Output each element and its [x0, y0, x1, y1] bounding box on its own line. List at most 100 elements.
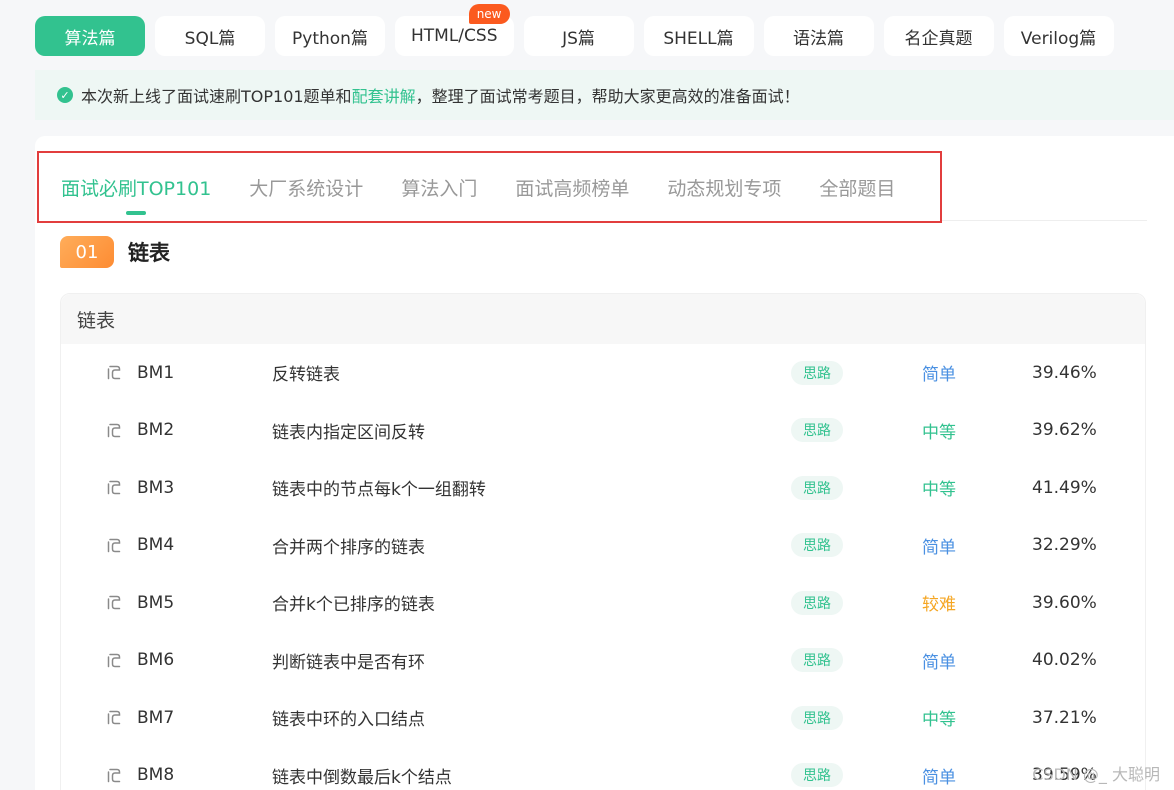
tab-3[interactable]: 面试高频榜单: [515, 174, 629, 201]
table-row[interactable]: BM3 链表中的节点每k个一组翻转 思路 中等 41.49%: [61, 459, 1145, 517]
tab-2[interactable]: 算法入门: [401, 174, 477, 201]
tab-label: 面试高频榜单: [515, 177, 630, 200]
problem-rows: BM1 反转链表 思路 简单 39.46% BM2 链表内指定区间反转 思路 中等 39.62% B…: [61, 344, 1145, 790]
table-row[interactable]: BM5 合并k个已排序的链表 思路 较难 39.60%: [61, 574, 1145, 632]
problem-id: BM2: [137, 420, 175, 441]
problem-id: BM7: [137, 707, 175, 728]
hint-tag[interactable]: 思路: [791, 763, 843, 788]
problem-id: BM3: [137, 477, 175, 498]
tab-bar: 面试必刷TOP101 大厂系统设计 算法入门 面试高频榜单 动态规划专项 全部题目: [37, 151, 942, 223]
category-bar: 算法篇 SQL篇 Python篇 HTML/CSS new JS篇 SHELL篇 语法篇 名企真…: [35, 4, 1114, 56]
category-button[interactable]: JS篇: [523, 16, 634, 56]
category-label: SQL篇: [184, 28, 236, 49]
problem-icon: [107, 596, 121, 610]
difficulty: 简单: [922, 767, 956, 788]
tab-label: 动态规划专项: [667, 177, 782, 200]
pass-rate: 39.46%: [1032, 362, 1097, 383]
category-button[interactable]: 算法篇: [35, 16, 145, 56]
pass-rate: 39.60%: [1032, 592, 1097, 613]
tab-label: 大厂系统设计: [249, 177, 364, 200]
problem-title[interactable]: 链表中环的入口结点: [272, 705, 425, 730]
problem-id: BM8: [137, 765, 175, 786]
table-row[interactable]: BM6 判断链表中是否有环 思路 简单 40.02%: [61, 632, 1145, 690]
hint-tag[interactable]: 思路: [791, 590, 843, 615]
hint-tag[interactable]: 思路: [791, 648, 843, 673]
problem-title[interactable]: 合并k个已排序的链表: [272, 590, 435, 615]
main-card: 面试必刷TOP101 大厂系统设计 算法入门 面试高频榜单 动态规划专项 全部题目 01 …: [35, 136, 1174, 790]
hint-tag[interactable]: 思路: [791, 418, 843, 443]
category-button[interactable]: Python篇: [275, 16, 385, 56]
problem-icon: [107, 366, 121, 380]
problem-icon: [107, 538, 121, 552]
hint-tag[interactable]: 思路: [791, 360, 843, 385]
page: 算法篇 SQL篇 Python篇 HTML/CSS new JS篇 SHELL篇 语法篇 名企真…: [0, 0, 1174, 790]
pass-rate: 32.29%: [1032, 535, 1097, 556]
difficulty: 中等: [922, 710, 956, 731]
problem-id: BM1: [137, 362, 175, 383]
problem-title[interactable]: 链表中倒数最后k个结点: [272, 763, 452, 788]
difficulty: 较难: [922, 595, 956, 616]
category-button[interactable]: HTML/CSS new: [395, 4, 514, 56]
table-row[interactable]: BM8 链表中倒数最后k个结点 思路 简单 39.59%: [61, 747, 1145, 790]
active-tab-indicator: [126, 210, 147, 215]
difficulty: 简单: [922, 652, 956, 673]
problem-icon: [107, 481, 121, 495]
tab-label: 全部题目: [819, 177, 896, 200]
category-label: JS篇: [562, 28, 595, 49]
notice-suffix: ，整理了面试常考题目，帮助大家更高效的准备面试！: [415, 87, 800, 106]
problem-title[interactable]: 判断链表中是否有环: [272, 648, 425, 673]
hint-tag[interactable]: 思路: [791, 705, 843, 730]
pass-rate: 40.02%: [1032, 650, 1097, 671]
hint-tag[interactable]: 思路: [791, 475, 843, 500]
notice-link[interactable]: 配套讲解: [352, 83, 416, 107]
category-label: HTML/CSS: [411, 26, 498, 46]
notice-prefix: 本次新上线了面试速刷TOP101题单和: [81, 87, 352, 106]
problem-icon: [107, 711, 121, 725]
tab-5[interactable]: 全部题目: [819, 174, 895, 201]
table-row[interactable]: BM7 链表中环的入口结点 思路 中等 37.21%: [61, 689, 1145, 747]
problem-title[interactable]: 合并两个排序的链表: [272, 533, 425, 558]
problem-title[interactable]: 链表中的节点每k个一组翻转: [272, 475, 486, 500]
category-label: 名企真题: [904, 28, 973, 49]
problem-id: BM5: [137, 592, 175, 613]
tab-4[interactable]: 动态规划专项: [667, 174, 781, 201]
problem-table: 链表 BM1 反转链表 思路 简单 39.46% BM2 链表内指定区间反转 思路 中等 39.6…: [60, 293, 1146, 790]
table-header: 链表: [61, 294, 1145, 344]
difficulty: 简单: [922, 365, 956, 386]
category-button[interactable]: 名企真题: [883, 16, 994, 56]
problem-icon: [107, 653, 121, 667]
problem-title[interactable]: 反转链表: [272, 360, 340, 385]
category-button[interactable]: SHELL篇: [643, 16, 754, 56]
pass-rate: 41.49%: [1032, 477, 1097, 498]
category-label: SHELL篇: [663, 28, 734, 49]
difficulty: 简单: [922, 537, 956, 558]
category-label: 语法篇: [793, 28, 844, 49]
category-button[interactable]: 语法篇: [763, 16, 874, 56]
category-button[interactable]: SQL篇: [155, 16, 265, 56]
tab-divider: [942, 220, 1147, 221]
problem-icon: [107, 768, 121, 782]
tab-label: 算法入门: [401, 177, 478, 200]
check-circle-icon: ✓: [57, 87, 73, 103]
category-button[interactable]: Verilog篇: [1003, 16, 1114, 56]
problem-id: BM4: [137, 535, 175, 556]
tab-label: 面试必刷TOP101: [61, 177, 212, 200]
notice-banner: ✓ 本次新上线了面试速刷TOP101题单和 配套讲解 ，整理了面试常考题目，帮助…: [35, 70, 1174, 120]
category-label: Verilog篇: [1020, 28, 1097, 49]
table-row[interactable]: BM2 链表内指定区间反转 思路 中等 39.62%: [61, 402, 1145, 460]
category-label: Python篇: [292, 28, 368, 49]
tab-1[interactable]: 大厂系统设计: [249, 174, 363, 201]
difficulty: 中等: [922, 422, 956, 443]
table-row[interactable]: BM4 合并两个排序的链表 思路 简单 32.29%: [61, 517, 1145, 575]
table-row[interactable]: BM1 反转链表 思路 简单 39.46%: [61, 344, 1145, 402]
pass-rate: 37.21%: [1032, 707, 1097, 728]
section-number-badge: 01: [60, 236, 114, 268]
section-header: 01 链表: [60, 236, 170, 268]
tab-0[interactable]: 面试必刷TOP101: [61, 174, 212, 215]
problem-icon: [107, 423, 121, 437]
problem-title[interactable]: 链表内指定区间反转: [272, 418, 425, 443]
category-label: 算法篇: [64, 28, 116, 49]
section-title: 链表: [128, 241, 170, 265]
hint-tag[interactable]: 思路: [791, 533, 843, 558]
watermark: CSDN @_ 大聪明: [1032, 765, 1160, 784]
